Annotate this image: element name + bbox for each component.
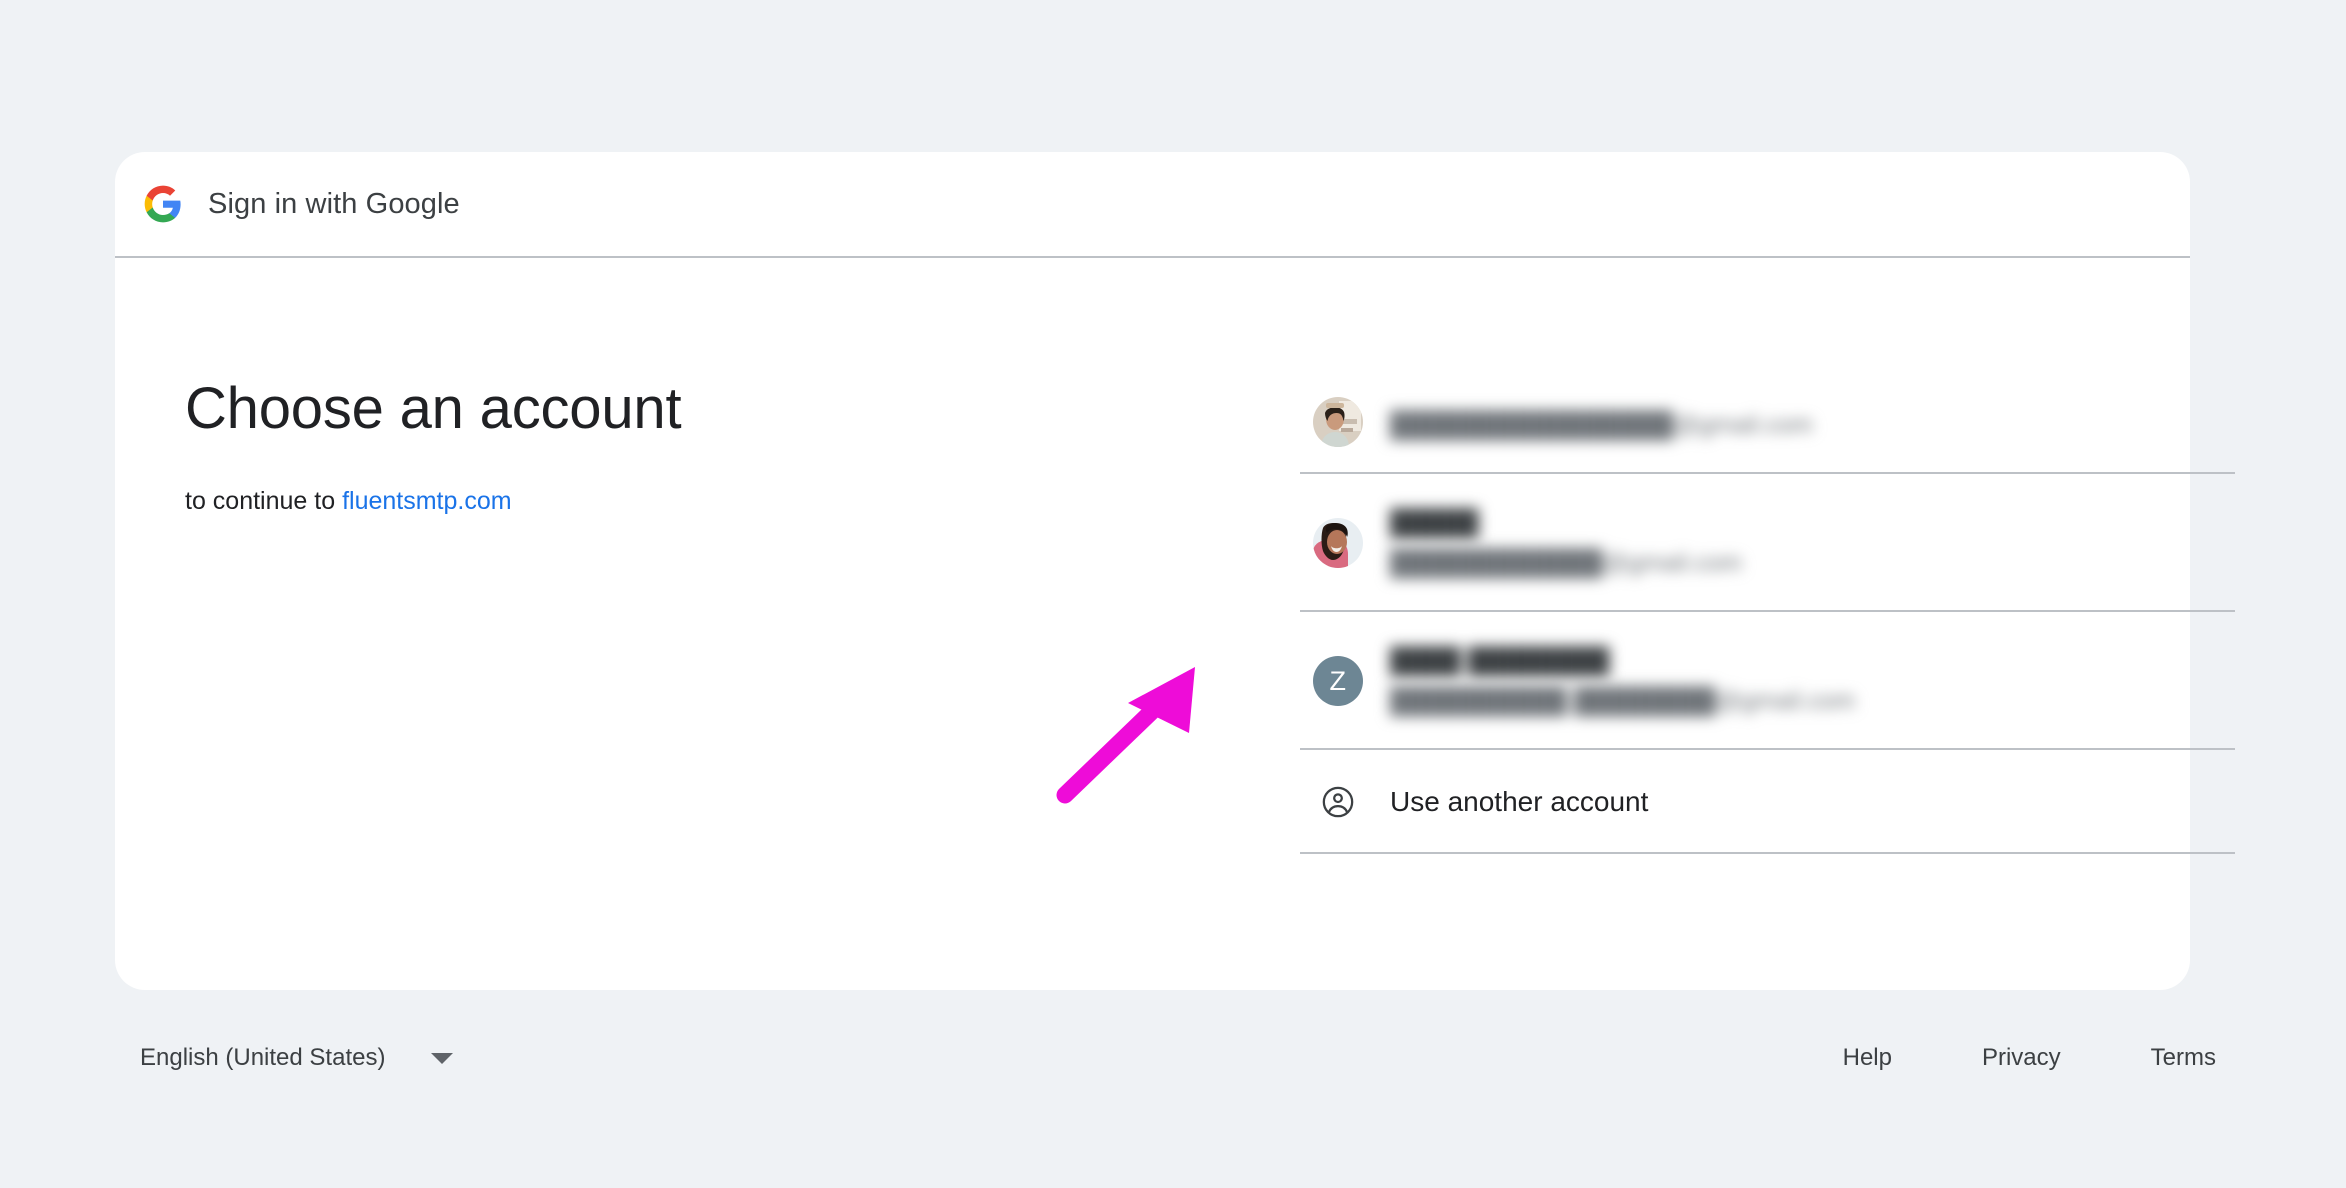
footer-link-terms[interactable]: Terms: [2151, 1044, 2216, 1072]
card-header: Sign in with Google: [115, 152, 2190, 256]
use-another-account-label: Use another account: [1390, 786, 1649, 817]
footer-link-privacy[interactable]: Privacy: [1982, 1044, 2061, 1072]
footer-link-help[interactable]: Help: [1843, 1044, 1892, 1072]
footer-links: Help Privacy Terms: [1843, 1044, 2216, 1072]
account-list: ████████████████@gmail.com █████ ███████…: [1300, 370, 2240, 854]
use-another-account-row[interactable]: Use another account: [1300, 750, 2240, 854]
account-name-3: ████ ████████: [1390, 647, 1610, 675]
account-email-3: ██████████.████████@gmail.com: [1390, 687, 1856, 715]
account-avatar-letter-z: Z: [1313, 656, 1363, 706]
account-text-2: █████ ████████████@gmail.com: [1390, 506, 1742, 580]
continue-site-link[interactable]: fluentsmtp.com: [342, 487, 512, 515]
chevron-down-icon: [431, 1052, 454, 1064]
header-title: Sign in with Google: [208, 187, 460, 220]
page-footer: English (United States) Help Privacy Ter…: [0, 1020, 2346, 1110]
card-body: Choose an account to continue to fluents…: [115, 258, 2235, 990]
avatar-initial: Z: [1329, 665, 1347, 696]
continue-prefix: to continue to: [185, 487, 343, 515]
account-avatar-photo-1: [1313, 397, 1363, 447]
account-text-1: ████████████████@gmail.com: [1390, 402, 1813, 442]
account-email-2: ████████████@gmail.com: [1390, 549, 1742, 577]
account-row-1[interactable]: ████████████████@gmail.com: [1300, 370, 2240, 474]
intro-column: Choose an account to continue to fluents…: [185, 376, 1005, 518]
account-text-3: ████ ████████ ██████████.████████@gmail.…: [1390, 644, 1855, 718]
continue-text: to continue to fluentsmtp.com: [185, 484, 1005, 518]
account-circle-icon: [1313, 777, 1363, 827]
account-email-1: ████████████████@gmail.com: [1390, 411, 1813, 439]
language-label: English (United States): [140, 1044, 386, 1071]
language-selector[interactable]: English (United States): [140, 1044, 454, 1072]
account-row-2[interactable]: █████ ████████████@gmail.com: [1300, 474, 2240, 612]
account-row-3[interactable]: Z ████ ████████ ██████████.████████@gmai…: [1300, 612, 2240, 750]
google-g-icon: [143, 184, 183, 224]
account-avatar-photo-2: [1313, 518, 1363, 568]
page-title: Choose an account: [185, 376, 682, 441]
signin-card: Sign in with Google Choose an account to…: [115, 152, 2235, 990]
account-name-2: █████: [1390, 509, 1479, 537]
